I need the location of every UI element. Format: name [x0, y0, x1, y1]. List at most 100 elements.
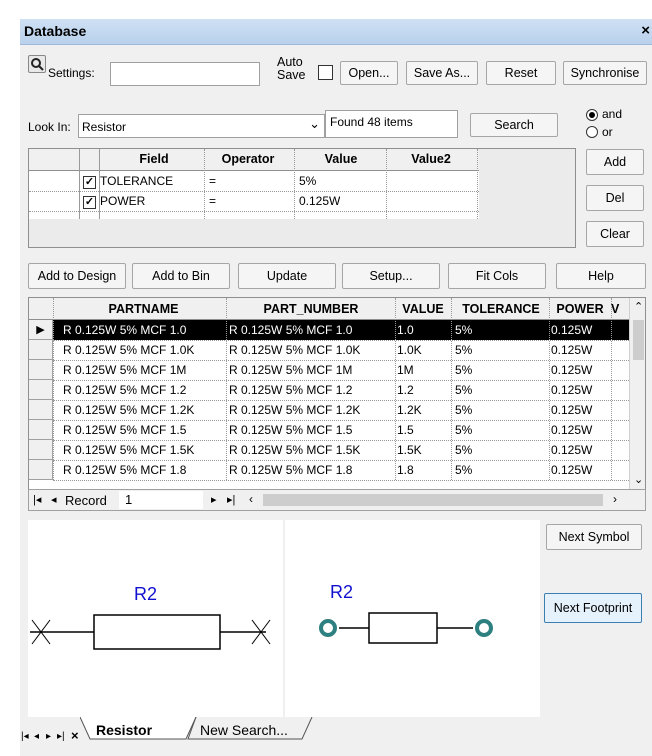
row-selector[interactable]	[29, 380, 53, 400]
settings-field[interactable]	[110, 62, 260, 86]
table-cell[interactable]: R 0.125W 5% MCF 1.5	[229, 423, 395, 437]
table-cell[interactable]: R 0.125W 5% MCF 1.8	[63, 463, 227, 477]
table-cell[interactable]: R 0.125W 5% MCF 1M	[63, 363, 227, 377]
add-to-bin-button[interactable]: Add to Bin	[132, 263, 230, 289]
table-cell[interactable]: 5%	[455, 403, 549, 417]
reset-button[interactable]: Reset	[486, 61, 556, 85]
table-cell[interactable]: 0.125W	[551, 403, 611, 417]
criteria-value-cell[interactable]: 5%	[299, 174, 316, 188]
save-as-button[interactable]: Save As...	[406, 61, 478, 85]
table-cell[interactable]: R 0.125W 5% MCF 1.5K	[229, 443, 395, 457]
vertical-scrollbar[interactable]: ⌃ ⌄	[629, 298, 645, 504]
results-header-value[interactable]: VALUE	[395, 302, 451, 316]
or-radio[interactable]	[586, 126, 598, 138]
and-radio[interactable]	[586, 109, 598, 121]
table-cell[interactable]: R 0.125W 5% MCF 1.0	[63, 323, 227, 337]
del-criteria-button[interactable]: Del	[586, 185, 644, 211]
next-symbol-button[interactable]: Next Symbol	[546, 524, 642, 550]
row-selector[interactable]	[29, 420, 53, 440]
row-selector[interactable]	[29, 400, 53, 420]
scroll-up-icon[interactable]: ⌃	[634, 300, 643, 313]
settings-icon[interactable]	[28, 55, 46, 73]
table-cell[interactable]: R 0.125W 5% MCF 1.2	[229, 383, 395, 397]
table-cell[interactable]: 0.125W	[551, 363, 611, 377]
table-cell[interactable]: R 0.125W 5% MCF 1.2K	[63, 403, 227, 417]
next-record-icon[interactable]: ▸	[211, 493, 217, 506]
criteria-operator-cell[interactable]: =	[209, 194, 216, 208]
tab-first-icon[interactable]: |◂	[21, 731, 29, 742]
row-selector[interactable]	[29, 360, 53, 380]
table-cell[interactable]: R 0.125W 5% MCF 1.5	[63, 423, 227, 437]
tab-prev-icon[interactable]: ◂	[34, 731, 39, 742]
table-cell[interactable]: R 0.125W 5% MCF 1.0K	[229, 343, 395, 357]
add-criteria-button[interactable]: Add	[586, 149, 644, 175]
table-cell[interactable]: 5%	[455, 323, 549, 337]
open-button[interactable]: Open...	[340, 61, 398, 85]
scrollbar-thumb[interactable]	[633, 320, 644, 360]
add-to-design-button[interactable]: Add to Design	[28, 263, 126, 289]
setup-button[interactable]: Setup...	[342, 263, 440, 289]
close-icon[interactable]: ×	[641, 22, 650, 39]
look-in-select[interactable]: Resistor ⌄	[78, 114, 325, 138]
table-cell[interactable]: R 0.125W 5% MCF 1.2	[63, 383, 227, 397]
horizontal-scrollbar-thumb[interactable]	[263, 494, 603, 506]
auto-save-checkbox[interactable]	[318, 65, 333, 80]
search-button[interactable]: Search	[470, 113, 558, 137]
fit-cols-button[interactable]: Fit Cols	[448, 263, 546, 289]
row-selector[interactable]	[29, 440, 53, 460]
scroll-left-icon[interactable]: ‹	[249, 492, 253, 506]
next-footprint-button[interactable]: Next Footprint	[544, 593, 642, 623]
table-cell[interactable]: 1.2K	[397, 403, 453, 417]
criteria-field-cell[interactable]: TOLERANCE	[100, 174, 173, 188]
table-cell[interactable]: 5%	[455, 363, 549, 377]
results-header-partname[interactable]: PARTNAME	[61, 302, 226, 316]
table-cell[interactable]: 0.125W	[551, 323, 611, 337]
table-cell[interactable]: 1.5	[397, 423, 453, 437]
criteria-field-cell[interactable]: POWER	[100, 194, 145, 208]
record-number-field[interactable]: 1	[119, 491, 203, 509]
table-cell[interactable]: 0.125W	[551, 423, 611, 437]
criteria-row-checkbox[interactable]: ✓	[83, 176, 96, 189]
criteria-value-cell[interactable]: 0.125W	[299, 194, 340, 208]
tab-resistor[interactable]: Resistor	[96, 722, 152, 738]
row-selector[interactable]	[29, 340, 53, 360]
criteria-operator-cell[interactable]: =	[209, 174, 216, 188]
criteria-row-checkbox[interactable]: ✓	[83, 196, 96, 209]
table-cell[interactable]: 0.125W	[551, 343, 611, 357]
table-cell[interactable]: 5%	[455, 443, 549, 457]
table-cell[interactable]: R 0.125W 5% MCF 1.8	[229, 463, 395, 477]
help-button[interactable]: Help	[556, 263, 646, 289]
table-cell[interactable]: 1.5K	[397, 443, 453, 457]
row-selector[interactable]	[29, 460, 53, 480]
table-cell[interactable]: 5%	[455, 463, 549, 477]
table-cell[interactable]: 1M	[397, 363, 453, 377]
scroll-down-icon[interactable]: ⌄	[634, 473, 643, 486]
results-header-part-number[interactable]: PART_NUMBER	[227, 302, 395, 316]
table-cell[interactable]: 0.125W	[551, 463, 611, 477]
table-cell[interactable]: 1.0	[397, 323, 453, 337]
table-cell[interactable]: R 0.125W 5% MCF 1M	[229, 363, 395, 377]
clear-criteria-button[interactable]: Clear	[586, 221, 644, 247]
table-cell[interactable]: 5%	[455, 343, 549, 357]
table-cell[interactable]: 5%	[455, 423, 549, 437]
table-cell[interactable]: 0.125W	[551, 383, 611, 397]
table-cell[interactable]: 1.0K	[397, 343, 453, 357]
prev-record-icon[interactable]: ◂	[51, 493, 57, 506]
table-cell[interactable]: R 0.125W 5% MCF 1.0	[229, 323, 395, 337]
results-header-v[interactable]: V	[611, 302, 629, 316]
scroll-right-icon[interactable]: ›	[613, 492, 617, 506]
table-cell[interactable]: 0.125W	[551, 443, 611, 457]
table-cell[interactable]: 1.2	[397, 383, 453, 397]
tab-last-icon[interactable]: ▸|	[57, 731, 65, 742]
table-cell[interactable]: R 0.125W 5% MCF 1.0K	[63, 343, 227, 357]
results-header-power[interactable]: POWER	[549, 302, 611, 316]
tab-close-icon[interactable]: ×	[71, 728, 79, 743]
results-header-tolerance[interactable]: TOLERANCE	[453, 302, 549, 316]
table-cell[interactable]: 1.8	[397, 463, 453, 477]
last-record-icon[interactable]: ▸|	[227, 493, 235, 506]
synchronise-button[interactable]: Synchronise	[563, 61, 647, 85]
tab-new-search[interactable]: New Search...	[200, 722, 288, 738]
first-record-icon[interactable]: |◂	[33, 493, 41, 506]
update-button[interactable]: Update	[238, 263, 336, 289]
table-cell[interactable]: R 0.125W 5% MCF 1.5K	[63, 443, 227, 457]
